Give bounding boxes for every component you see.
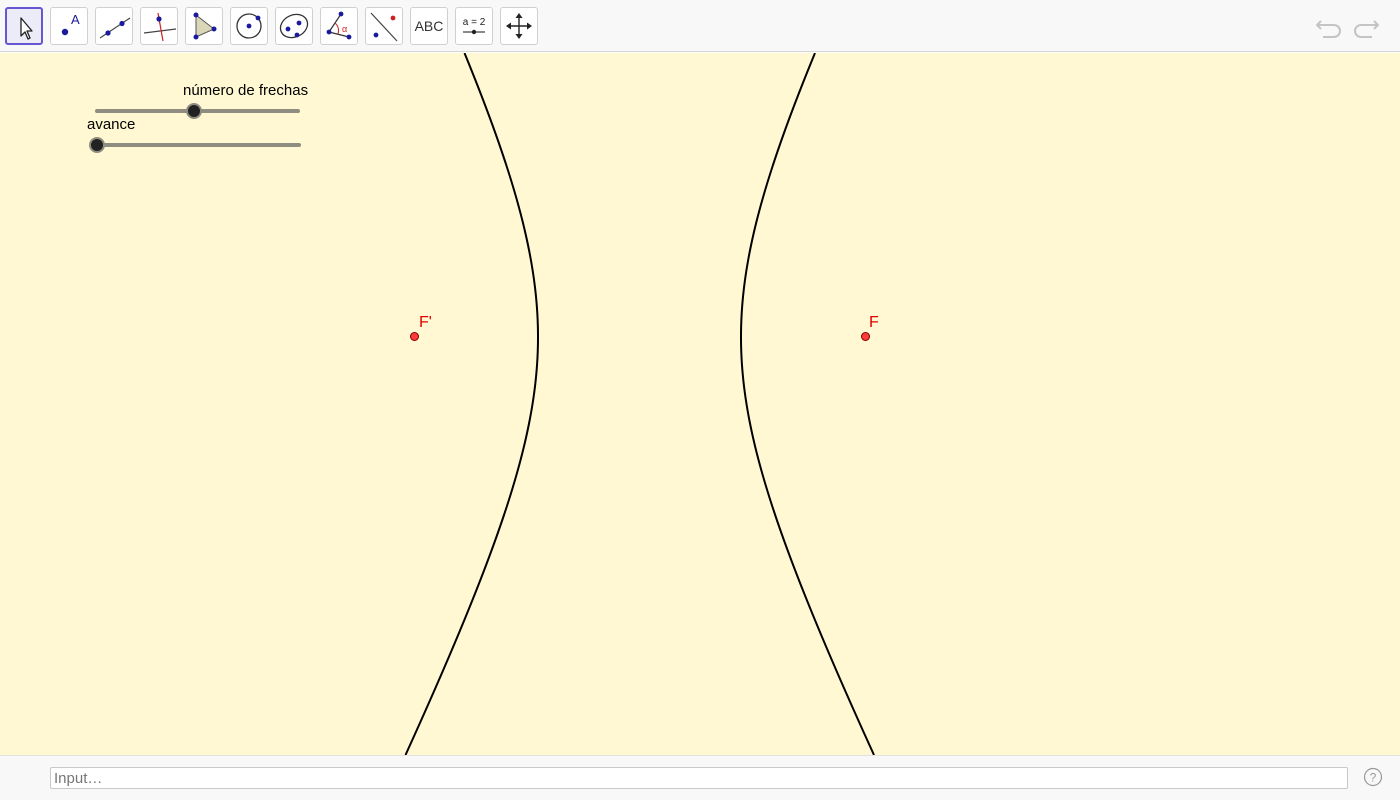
slider-tool-label: a = 2	[463, 17, 486, 28]
polygon-icon	[193, 12, 217, 40]
reflect-icon	[370, 12, 398, 42]
graphics-svg	[404, 53, 875, 755]
slider-icon: a = 2	[463, 17, 486, 35]
line-icon	[99, 17, 131, 39]
undo-icon	[1316, 20, 1341, 38]
line-tool-button[interactable]	[95, 7, 133, 45]
slider-avance-track[interactable]	[97, 143, 301, 147]
perpendicular-icon	[143, 12, 177, 42]
point-tool-button[interactable]: A	[50, 7, 88, 45]
focus-label-f: F	[869, 314, 879, 331]
help-icon: ?	[1363, 767, 1383, 787]
ellipse-icon	[279, 13, 309, 39]
angle-icon: α	[326, 11, 352, 40]
redo-button[interactable]	[1350, 12, 1382, 42]
point-tool-label: A	[71, 12, 80, 27]
move-view-icon	[506, 13, 532, 39]
perpendicular-line-tool-button[interactable]	[140, 7, 178, 45]
help-button[interactable]: ?	[1363, 767, 1383, 787]
slider-avance-label: avance	[87, 116, 136, 133]
reflect-tool-button[interactable]	[365, 7, 403, 45]
angle-tool-button[interactable]: α	[320, 7, 358, 45]
circle-tool-button[interactable]	[230, 7, 268, 45]
point-icon: A	[61, 12, 80, 36]
algebra-input[interactable]	[50, 767, 1348, 789]
text-icon: ABC	[414, 18, 444, 34]
focus-point-f-prime[interactable]	[410, 332, 419, 341]
arrow-cursor-icon	[20, 17, 33, 40]
redo-icon	[1354, 20, 1379, 38]
polygon-tool-button[interactable]	[185, 7, 223, 45]
toolbar: A α ABC a = 2	[0, 0, 1400, 52]
slider-tool-button[interactable]: a = 2	[455, 7, 493, 45]
hyperbola-right-branch[interactable]	[739, 53, 875, 755]
hyperbola-left-branch[interactable]	[404, 53, 539, 755]
angle-tool-label: α	[342, 24, 347, 34]
focus-label-f-prime: F'	[419, 314, 432, 331]
conic-tool-button[interactable]	[275, 7, 313, 45]
slider-frechas-label: número de frechas	[183, 82, 309, 99]
text-tool-button[interactable]: ABC	[410, 7, 448, 45]
graphics-view[interactable]: número de frechas avance F' F	[0, 53, 1400, 755]
svg-text:?: ?	[1370, 771, 1377, 785]
move-graphics-view-tool-button[interactable]	[500, 7, 538, 45]
input-bar	[0, 755, 1400, 800]
circle-center-point-icon	[236, 13, 262, 39]
focus-point-f[interactable]	[861, 332, 870, 341]
move-tool-button[interactable]	[5, 7, 43, 45]
slider-avance-knob[interactable]	[89, 137, 105, 153]
undo-button[interactable]	[1313, 12, 1345, 42]
